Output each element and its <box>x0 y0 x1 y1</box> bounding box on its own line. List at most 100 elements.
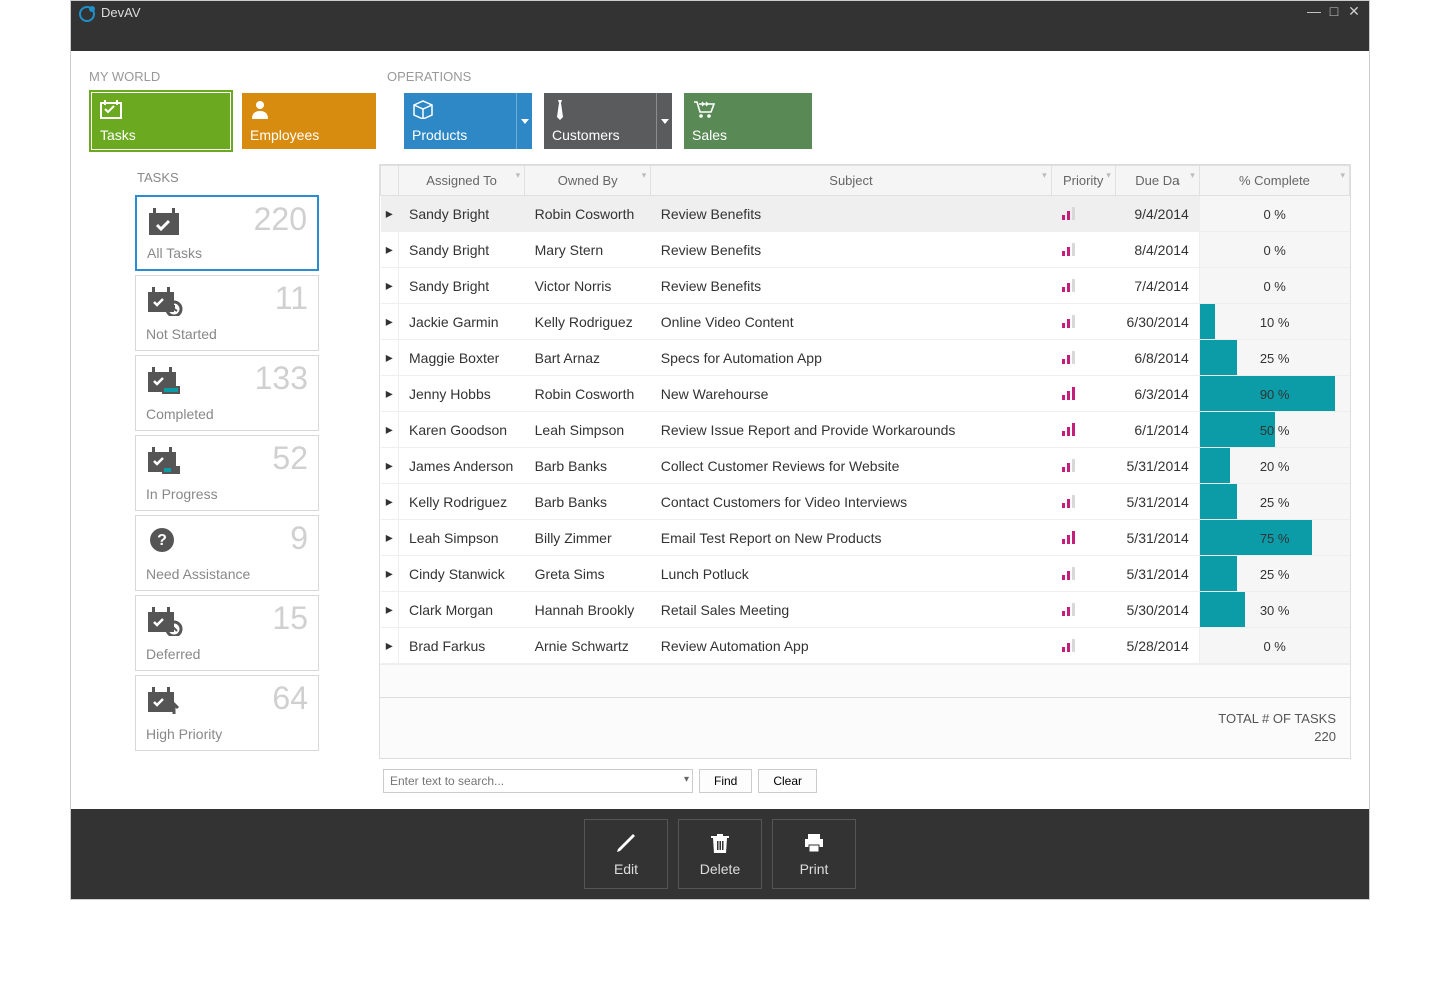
cell-owned-by: Mary Stern <box>525 232 651 268</box>
expand-toggle[interactable]: ▸ <box>381 628 399 664</box>
nav-tile-sales[interactable]: Sales <box>684 93 812 149</box>
table-row[interactable]: ▸ Sandy Bright Robin Cosworth Review Ben… <box>381 196 1350 232</box>
edit-button[interactable]: Edit <box>584 819 668 889</box>
clear-button[interactable]: Clear <box>758 769 817 793</box>
cell-assigned-to: Sandy Bright <box>399 232 525 268</box>
window-controls: — □ ✕ <box>1305 3 1363 19</box>
nav-tile-customers[interactable]: Customers <box>544 93 672 149</box>
filter-icon[interactable]: ▾ <box>1340 170 1345 181</box>
filter-card[interactable]: 64 High Priority <box>135 675 319 751</box>
table-row[interactable]: ▸ Sandy Bright Victor Norris Review Bene… <box>381 268 1350 304</box>
table-row[interactable]: ▸ Clark Morgan Hannah Brookly Retail Sal… <box>381 592 1350 628</box>
cell-assigned-to: Kelly Rodriguez <box>399 484 525 520</box>
maximize-button[interactable]: □ <box>1325 3 1343 19</box>
expand-toggle[interactable]: ▸ <box>381 376 399 412</box>
nav-tile-label: Employees <box>250 127 368 143</box>
col-expand[interactable] <box>381 166 399 196</box>
filter-card-label: Deferred <box>146 646 200 662</box>
nav-tile-sales-wrap: Sales <box>681 90 815 152</box>
table-row[interactable]: ▸ Kelly Rodriguez Barb Banks Contact Cus… <box>381 484 1350 520</box>
dropdown-arrow-icon[interactable] <box>516 93 532 149</box>
cell-owned-by: Billy Zimmer <box>525 520 651 556</box>
find-button[interactable]: Find <box>699 769 752 793</box>
col-priority[interactable]: Priority▾ <box>1051 166 1115 196</box>
nav-tile-products[interactable]: Products <box>404 93 532 149</box>
table-row[interactable]: ▸ Jackie Garmin Kelly Rodriguez Online V… <box>381 304 1350 340</box>
cell-due-date: 6/30/2014 <box>1115 304 1199 340</box>
filter-icon[interactable]: ▾ <box>516 170 521 181</box>
col-complete[interactable]: % Complete▾ <box>1199 166 1349 196</box>
nav-tile-employees[interactable]: Employees <box>242 93 376 149</box>
filter-card-count: 133 <box>255 360 308 397</box>
col-assigned-to[interactable]: Assigned To▾ <box>399 166 525 196</box>
table-row[interactable]: ▸ Karen Goodson Leah Simpson Review Issu… <box>381 412 1350 448</box>
cell-assigned-to: Karen Goodson <box>399 412 525 448</box>
cell-subject: Review Benefits <box>651 196 1051 232</box>
filter-card[interactable]: ? 9 Need Assistance <box>135 515 319 591</box>
table-row[interactable]: ▸ Maggie Boxter Bart Arnaz Specs for Aut… <box>381 340 1350 376</box>
delete-button[interactable]: Delete <box>678 819 762 889</box>
filter-card-label: High Priority <box>146 726 222 742</box>
svg-text:?: ? <box>157 532 167 549</box>
app-logo-icon <box>79 6 95 22</box>
content-area: MY WORLD OPERATIONS Tasks Employees <box>71 51 1369 809</box>
filter-icon[interactable]: ▾ <box>642 170 647 181</box>
cell-progress: 75 % <box>1199 520 1349 556</box>
cell-progress: 90 % <box>1199 376 1349 412</box>
search-input[interactable] <box>383 769 693 793</box>
tasks-icon <box>100 99 222 121</box>
expand-toggle[interactable]: ▸ <box>381 412 399 448</box>
filter-icon[interactable]: ▾ <box>1190 170 1195 181</box>
table-row[interactable]: ▸ Sandy Bright Mary Stern Review Benefit… <box>381 232 1350 268</box>
expand-toggle[interactable]: ▸ <box>381 448 399 484</box>
table-row[interactable]: ▸ Leah Simpson Billy Zimmer Email Test R… <box>381 520 1350 556</box>
print-button[interactable]: Print <box>772 819 856 889</box>
col-due-date[interactable]: Due Da↓▾ <box>1115 166 1199 196</box>
expand-toggle[interactable]: ▸ <box>381 484 399 520</box>
bottom-bar: Edit Delete Print <box>71 809 1369 899</box>
table-row[interactable]: ▸ Jenny Hobbs Robin Cosworth New Warehou… <box>381 376 1350 412</box>
cell-due-date: 9/4/2014 <box>1115 196 1199 232</box>
expand-toggle[interactable]: ▸ <box>381 196 399 232</box>
grid-footer: TOTAL # OF TASKS 220 <box>380 697 1350 758</box>
cell-assigned-to: Sandy Bright <box>399 196 525 232</box>
minimize-button[interactable]: — <box>1305 3 1323 19</box>
expand-toggle[interactable]: ▸ <box>381 304 399 340</box>
grid-body: ▸ Sandy Bright Robin Cosworth Review Ben… <box>381 196 1350 664</box>
filter-card[interactable]: 220 All Tasks <box>135 195 319 271</box>
search-bar: ▾ Find Clear <box>379 759 1351 799</box>
table-row[interactable]: ▸ Cindy Stanwick Greta Sims Lunch Potluc… <box>381 556 1350 592</box>
cell-due-date: 5/30/2014 <box>1115 592 1199 628</box>
cell-assigned-to: Jackie Garmin <box>399 304 525 340</box>
cell-due-date: 7/4/2014 <box>1115 268 1199 304</box>
close-button[interactable]: ✕ <box>1345 3 1363 19</box>
table-row[interactable]: ▸ James Anderson Barb Banks Collect Cust… <box>381 448 1350 484</box>
expand-toggle[interactable]: ▸ <box>381 520 399 556</box>
cell-owned-by: Hannah Brookly <box>525 592 651 628</box>
cell-assigned-to: Cindy Stanwick <box>399 556 525 592</box>
expand-toggle[interactable]: ▸ <box>381 340 399 376</box>
trash-icon <box>708 831 732 855</box>
expand-toggle[interactable]: ▸ <box>381 556 399 592</box>
filter-card[interactable]: 52 In Progress <box>135 435 319 511</box>
cell-due-date: 8/4/2014 <box>1115 232 1199 268</box>
filter-icon[interactable]: ▾ <box>1106 170 1111 181</box>
col-owned-by[interactable]: Owned By▾ <box>525 166 651 196</box>
nav-tile-label: Customers <box>552 127 664 143</box>
filter-icon[interactable]: ▾ <box>1042 170 1047 181</box>
expand-toggle[interactable]: ▸ <box>381 232 399 268</box>
cell-assigned-to: Clark Morgan <box>399 592 525 628</box>
table-row[interactable]: ▸ Brad Farkus Arnie Schwartz Review Auto… <box>381 628 1350 664</box>
expand-toggle[interactable]: ▸ <box>381 268 399 304</box>
cell-due-date: 5/31/2014 <box>1115 520 1199 556</box>
filter-card[interactable]: 133 Completed <box>135 355 319 431</box>
cell-subject: Retail Sales Meeting <box>651 592 1051 628</box>
filter-card[interactable]: 11 Not Started <box>135 275 319 351</box>
nav-tile-tasks[interactable]: Tasks <box>92 93 230 149</box>
col-subject[interactable]: Subject▾ <box>651 166 1051 196</box>
dropdown-arrow-icon[interactable] <box>656 93 672 149</box>
expand-toggle[interactable]: ▸ <box>381 592 399 628</box>
nav-tiles: Tasks Employees Products <box>89 90 1351 152</box>
section-my-world: MY WORLD <box>89 69 387 90</box>
filter-card[interactable]: 15 Deferred <box>135 595 319 671</box>
